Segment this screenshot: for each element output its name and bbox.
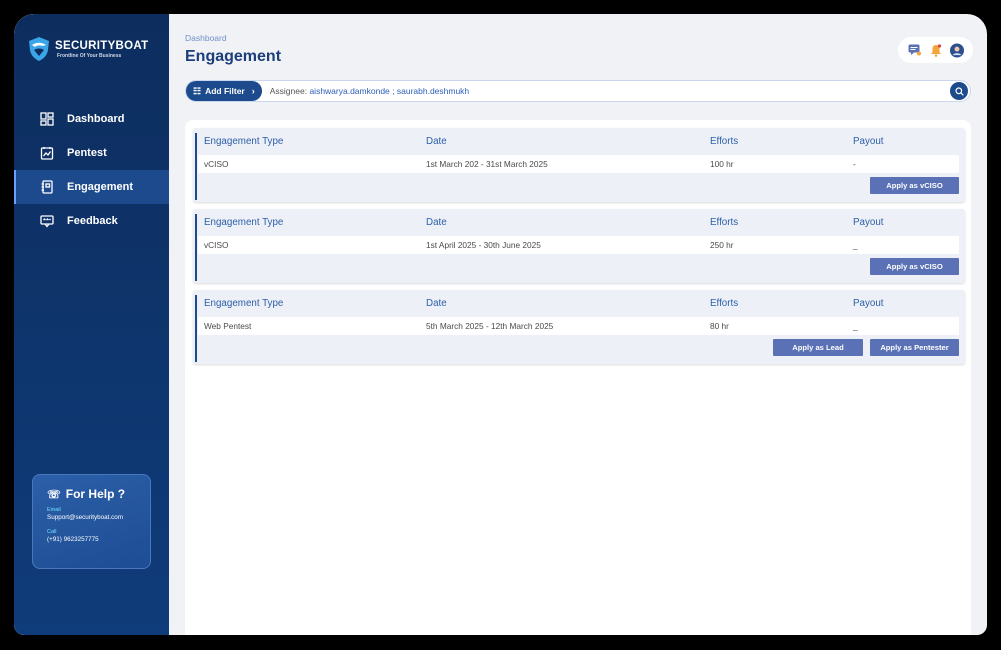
filter-sliders-icon: ☷ — [193, 85, 202, 96]
engagement-type: vCISO — [204, 240, 229, 250]
col-header-payout: Payout — [853, 217, 884, 228]
col-header-engagement-type: Engagement Type — [204, 298, 284, 309]
help-call-label: Call — [47, 529, 57, 535]
col-header-efforts: Efforts — [710, 136, 739, 147]
main-area: Dashboard Engagement ☷ Add Filter › Assi… — [169, 14, 987, 635]
table-row — [198, 236, 959, 254]
dashboard-icon — [40, 112, 54, 126]
help-email-label: Email — [47, 507, 61, 513]
sidebar-item-label: Pentest — [67, 147, 107, 159]
search-button[interactable] — [950, 82, 968, 100]
engagement-card: Engagement Type Date Efforts Payout vCIS… — [193, 128, 965, 202]
engagement-list: Engagement Type Date Efforts Payout vCIS… — [185, 120, 971, 635]
engagement-payout: _ — [853, 321, 858, 331]
top-actions — [898, 37, 973, 63]
brand-logo[interactable]: SECURITYBOAT Frontline Of Your Business — [28, 36, 148, 62]
sidebar-nav: Dashboard Pentest Engagement Feedback — [14, 102, 169, 238]
help-email[interactable]: Support@securityboat.com — [47, 514, 136, 521]
engagement-date: 1st March 202 - 31st March 2025 — [426, 159, 548, 169]
sidebar: SECURITYBOAT Frontline Of Your Business … — [14, 14, 169, 635]
add-filter-label: Add Filter — [205, 86, 245, 96]
col-header-engagement-type: Engagement Type — [204, 217, 284, 228]
filter-bar: ☷ Add Filter › Assignee: aishwarya.damko… — [185, 80, 971, 102]
brand-title: SECURITYBOAT — [55, 39, 149, 52]
col-header-efforts: Efforts — [710, 217, 739, 228]
assignee-filter[interactable]: Assignee: aishwarya.damkonde ; saurabh.d… — [270, 86, 469, 96]
assignee-values: aishwarya.damkonde ; saurabh.deshmukh — [309, 86, 470, 96]
search-icon — [954, 86, 964, 96]
assignee-label: Assignee: — [269, 86, 310, 96]
help-card: ☏ For Help ? Email Support@securityboat.… — [32, 474, 151, 569]
engagement-card: Engagement Type Date Efforts Payout Web … — [193, 290, 965, 364]
engagement-date: 1st April 2025 - 30th June 2025 — [426, 240, 541, 250]
sidebar-item-label: Feedback — [67, 215, 118, 227]
sidebar-item-feedback[interactable]: Feedback — [14, 204, 169, 238]
apply-as-vciso-button[interactable]: Apply as vCISO — [870, 177, 959, 194]
engagement-type: vCISO — [204, 159, 229, 169]
sidebar-item-dashboard[interactable]: Dashboard — [14, 102, 169, 136]
engagement-efforts: 250 hr — [710, 240, 734, 250]
engagement-type: Web Pentest — [204, 321, 252, 331]
help-phone[interactable]: (+91) 9623257775 — [47, 536, 136, 543]
table-row — [198, 155, 959, 173]
sidebar-item-pentest[interactable]: Pentest — [14, 136, 169, 170]
engagement-payout: - — [853, 159, 856, 169]
help-title: For Help ? — [65, 487, 126, 501]
page-title: Engagement — [185, 48, 282, 65]
chat-icon[interactable] — [908, 43, 922, 57]
apply-as-vciso-button[interactable]: Apply as vCISO — [870, 258, 959, 275]
feedback-icon — [40, 214, 54, 228]
col-header-payout: Payout — [853, 136, 884, 147]
engagement-efforts: 80 hr — [710, 321, 729, 331]
bell-icon[interactable] — [929, 43, 943, 57]
sidebar-item-label: Dashboard — [67, 113, 125, 125]
add-filter-button[interactable]: ☷ Add Filter › — [186, 81, 262, 101]
engagement-efforts: 100 hr — [710, 159, 734, 169]
col-header-engagement-type: Engagement Type — [204, 136, 284, 147]
app-window: SECURITYBOAT Frontline Of Your Business … — [14, 14, 987, 635]
engagement-card: Engagement Type Date Efforts Payout vCIS… — [193, 209, 965, 283]
col-header-date: Date — [426, 217, 447, 228]
breadcrumb[interactable]: Dashboard — [185, 33, 227, 43]
col-header-date: Date — [426, 136, 447, 147]
col-header-payout: Payout — [853, 298, 884, 309]
sidebar-item-engagement[interactable]: Engagement — [14, 170, 169, 204]
table-row — [198, 317, 959, 335]
shield-logo-icon — [29, 37, 49, 61]
engagement-date: 5th March 2025 - 12th March 2025 — [426, 321, 554, 331]
avatar[interactable] — [949, 43, 964, 57]
brand-subtitle: Frontline Of Your Business — [57, 52, 122, 59]
sidebar-item-label: Engagement — [67, 181, 134, 193]
engagement-icon — [40, 180, 54, 194]
pentest-icon — [40, 146, 54, 160]
col-header-date: Date — [426, 298, 447, 309]
apply-as-lead-button[interactable]: Apply as Lead — [773, 339, 863, 356]
apply-as-pentester-button[interactable]: Apply as Pentester — [870, 339, 959, 356]
engagement-payout: _ — [853, 240, 858, 250]
col-header-efforts: Efforts — [710, 298, 739, 309]
help-support-icon: ☏ — [47, 488, 61, 501]
chevron-right-icon: › — [251, 86, 255, 96]
